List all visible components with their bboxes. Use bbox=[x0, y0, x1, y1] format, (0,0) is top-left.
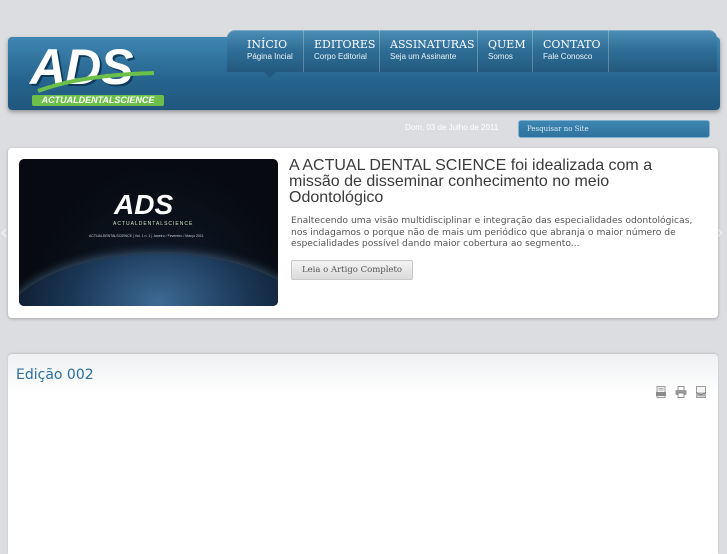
image-logo-text: ADS bbox=[114, 189, 174, 220]
nav-item-contato[interactable]: CONTATO Fale Conosco bbox=[533, 30, 609, 72]
image-logo-subtitle: ACTUALDENTALSCIENCE bbox=[113, 221, 194, 227]
nav-active-indicator bbox=[264, 72, 276, 78]
nav-title: QUEM bbox=[488, 38, 526, 51]
featured-summary: Enaltecendo uma visão multidisciplinar e… bbox=[291, 215, 693, 249]
main-nav: INÍCIO Página Incial EDITORES Corpo Edit… bbox=[227, 30, 717, 72]
pdf-icon[interactable] bbox=[655, 386, 667, 398]
email-icon[interactable] bbox=[695, 386, 707, 398]
featured-slider: ADS ACTUALDENTALSCIENCE ACTUALDENTALSCIE… bbox=[8, 148, 718, 318]
featured-image[interactable]: ADS ACTUALDENTALSCIENCE ACTUALDENTALSCIE… bbox=[19, 159, 278, 306]
nav-title: EDITORES bbox=[314, 38, 376, 51]
nav-item-assinaturas[interactable]: ASSINATURAS Seja um Assinante bbox=[380, 30, 478, 72]
planet-graphic bbox=[19, 254, 278, 306]
nav-subtitle: Página Incial bbox=[247, 52, 293, 61]
print-icon[interactable] bbox=[675, 386, 687, 398]
featured-title[interactable]: A ACTUAL DENTAL SCIENCE foi idealizada c… bbox=[289, 158, 704, 206]
logo-subtitle: ACTUALDENTALSCIENCE bbox=[32, 95, 164, 106]
nav-subtitle: Somos bbox=[488, 52, 513, 61]
nav-item-editores[interactable]: EDITORES Corpo Editorial bbox=[304, 30, 380, 72]
slider-prev-arrow-icon[interactable]: ‹ bbox=[0, 222, 8, 242]
nav-subtitle: Corpo Editorial bbox=[314, 52, 367, 61]
search-input[interactable] bbox=[518, 120, 710, 138]
edition-title: Edição 002 bbox=[16, 367, 94, 383]
nav-item-quem-somos[interactable]: QUEM Somos bbox=[478, 30, 533, 72]
nav-title: ASSINATURAS bbox=[390, 38, 475, 51]
read-more-button[interactable]: Leia o Artigo Completo bbox=[291, 260, 413, 280]
nav-title: INÍCIO bbox=[247, 38, 288, 51]
nav-item-inicio[interactable]: INÍCIO Página Incial bbox=[237, 30, 304, 72]
nav-title: CONTATO bbox=[543, 38, 601, 51]
site-logo[interactable]: ADS ACTUALDENTALSCIENCE bbox=[30, 39, 180, 106]
nav-subtitle: Fale Conosco bbox=[543, 52, 593, 61]
edition-panel: Edição 002 bbox=[8, 354, 718, 554]
image-issue-line: ACTUALDENTALSCIENCE | Vol. 1 n. 1 | Jane… bbox=[89, 234, 204, 238]
nav-subtitle: Seja um Assinante bbox=[390, 52, 457, 61]
current-date: Dom, 03 de Julho de 2011 bbox=[405, 123, 499, 132]
